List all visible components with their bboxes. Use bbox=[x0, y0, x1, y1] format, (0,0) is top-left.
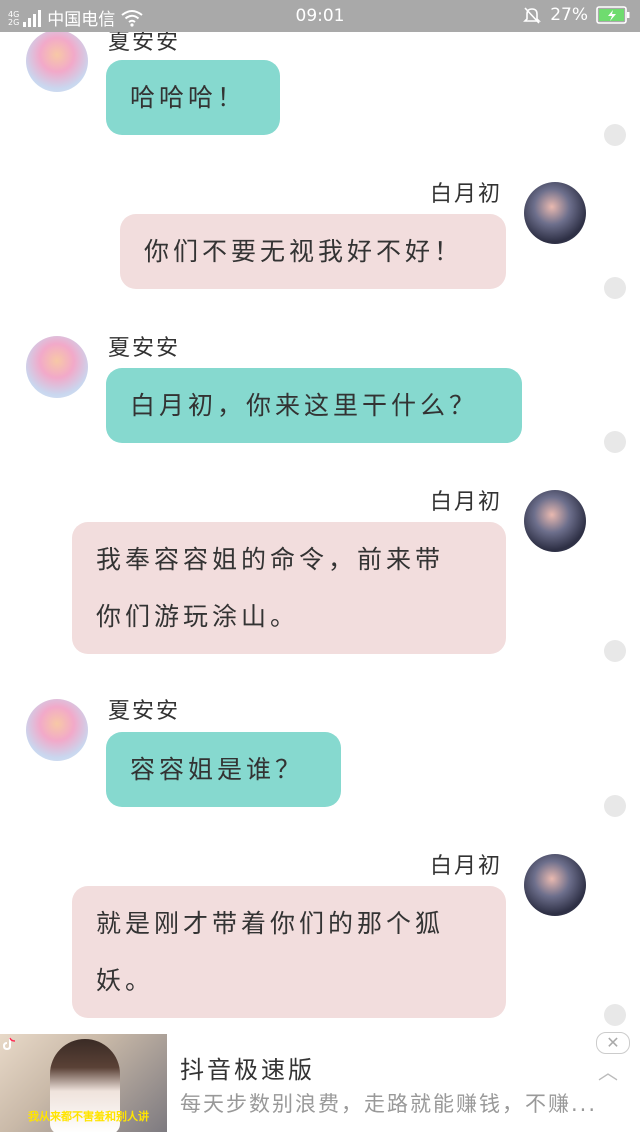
message-bubble[interactable]: 容容姐是谁？ bbox=[106, 732, 341, 807]
battery-percent: 27% bbox=[550, 5, 588, 25]
ad-description[interactable]: 每天步数别浪费，走路就能赚钱，不赚... bbox=[180, 1088, 597, 1118]
ad-title[interactable]: 抖音极速版 bbox=[180, 1050, 315, 1085]
ad-thumbnail-caption: 我从来都不害羞和别人讲 bbox=[28, 1110, 149, 1123]
battery-charging-icon bbox=[596, 6, 630, 24]
avatar-xia-anan[interactable] bbox=[26, 699, 88, 761]
avatar-xia-anan[interactable] bbox=[26, 32, 88, 92]
status-bar: 4G 2G 中国电信 09:01 27% bbox=[0, 0, 640, 32]
douyin-logo-icon bbox=[3, 1037, 16, 1051]
sender-name: 白月初 bbox=[430, 490, 503, 515]
sender-name: 夏安安 bbox=[108, 336, 181, 361]
ad-banner[interactable]: 我从来都不害羞和别人讲 抖音极速版 每天步数别浪费，走路就能赚钱，不赚... ✕… bbox=[0, 1032, 640, 1138]
chat-message-list[interactable]: 夏安安 哈哈哈！ 白月初 你们不要无视我好不好！ 夏安安 白月初，你来这里干什么… bbox=[0, 32, 640, 1034]
sender-name: 白月初 bbox=[430, 182, 503, 207]
message-status-dot bbox=[604, 1004, 626, 1026]
ad-thumbnail[interactable]: 我从来都不害羞和别人讲 bbox=[0, 1034, 167, 1132]
message-status-dot bbox=[604, 431, 626, 453]
message-status-dot bbox=[604, 277, 626, 299]
avatar-bai-yuechu[interactable] bbox=[524, 182, 586, 244]
message-bubble[interactable]: 就是刚才带着你们的那个狐妖。 bbox=[72, 886, 506, 1018]
chevron-up-icon[interactable]: ︿ bbox=[598, 1056, 618, 1085]
sender-name: 夏安安 bbox=[108, 32, 181, 55]
message-bubble[interactable]: 我奉容容姐的命令，前来带你们游玩涂山。 bbox=[72, 522, 506, 654]
message-status-dot bbox=[604, 795, 626, 817]
message-bubble[interactable]: 哈哈哈！ bbox=[106, 60, 280, 135]
message-bubble[interactable]: 你们不要无视我好不好！ bbox=[120, 214, 506, 289]
avatar-bai-yuechu[interactable] bbox=[524, 854, 586, 916]
sender-name: 夏安安 bbox=[108, 699, 181, 724]
sender-name: 白月初 bbox=[430, 854, 503, 879]
mute-bell-icon bbox=[523, 7, 542, 24]
message-status-dot bbox=[604, 124, 626, 146]
close-icon[interactable]: ✕ bbox=[596, 1032, 630, 1054]
message-bubble[interactable]: 白月初，你来这里干什么？ bbox=[106, 368, 522, 443]
message-status-dot bbox=[604, 640, 626, 662]
avatar-bai-yuechu[interactable] bbox=[524, 490, 586, 552]
avatar-xia-anan[interactable] bbox=[26, 336, 88, 398]
